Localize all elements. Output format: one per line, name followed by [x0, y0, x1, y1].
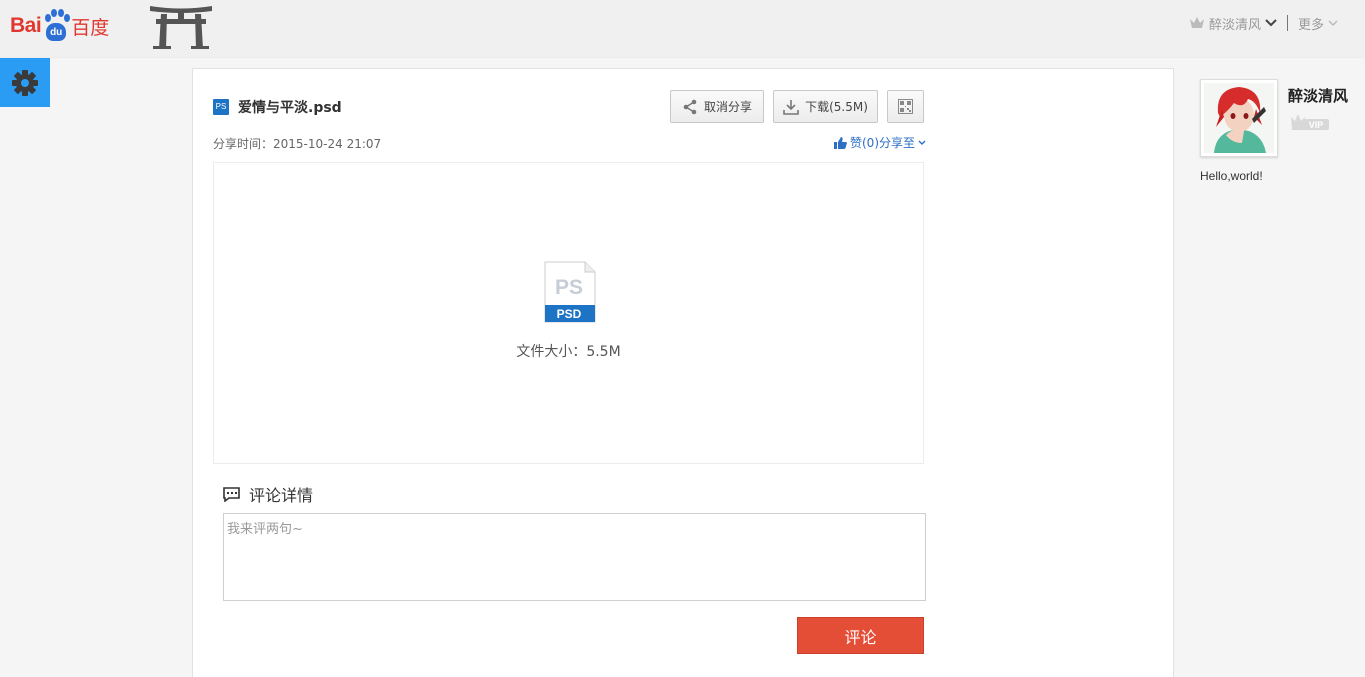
more-label: 更多 [1297, 17, 1324, 33]
share-icon [683, 99, 697, 114]
vip-badge-icon: VIP [1291, 114, 1329, 130]
file-title-row: PS 爱情与平淡.psd [213, 97, 342, 117]
psd-icon-psd-text: PSD [557, 307, 582, 321]
logo-text-baidu-cn: 百度 [71, 16, 110, 39]
psd-icon-ps-text: PS [555, 276, 583, 299]
share-time: 分享时间：2015-10-24 21:07 [213, 135, 381, 152]
comment-submit-button[interactable]: 评论 [797, 617, 924, 654]
avatar-image [1204, 83, 1274, 153]
crown-icon [1189, 17, 1204, 28]
chevron-down-icon [1265, 19, 1277, 27]
thumbs-up-icon [834, 136, 847, 149]
unshare-button[interactable]: 取消分享 [670, 90, 764, 123]
qr-code-icon [898, 99, 913, 114]
file-title: 爱情与平淡.psd [238, 100, 342, 116]
torii-gate-icon [150, 6, 212, 49]
download-button[interactable]: 下载(5.5M) [773, 90, 878, 123]
download-icon [783, 99, 799, 115]
logo-text-du: du [46, 23, 67, 41]
avatar[interactable] [1200, 79, 1278, 157]
file-share-card: PS 爱情与平淡.psd 取消分享 下载(5.5M) 分享时间：2015-10-… [192, 68, 1174, 677]
psd-file-icon: PS [213, 99, 229, 115]
chevron-down-icon [918, 140, 926, 145]
like-share-link[interactable]: 赞(0)分享至 [834, 134, 926, 151]
top-bar: Bai du 百度 醉淡清风 更多 [0, 0, 1365, 58]
like-share-label: 赞(0)分享至 [850, 136, 915, 150]
share-time-label: 分享时间： [213, 137, 274, 151]
user-menu[interactable]: 醉淡清风 [1189, 14, 1277, 33]
profile-name[interactable]: 醉淡清风 [1288, 85, 1348, 106]
profile-bio: Hello,world! [1200, 169, 1263, 183]
baidu-logo[interactable]: Bai du 百度 [10, 8, 109, 44]
logo-text-bai: Bai [10, 14, 42, 37]
share-time-value: 2015-10-24 21:07 [273, 137, 382, 151]
unshare-label: 取消分享 [703, 100, 752, 114]
vip-label: VIP [1309, 120, 1324, 130]
paw-icon: du [42, 9, 71, 43]
comment-heading-label: 评论详情 [249, 486, 314, 505]
username-top: 醉淡清风 [1208, 17, 1261, 33]
file-size: 文件大小：5.5M [516, 344, 621, 360]
download-label: 下载(5.5M) [805, 100, 868, 114]
more-menu[interactable]: 更多 [1298, 14, 1339, 33]
top-right-nav: 醉淡清风 更多 [1189, 0, 1365, 46]
settings-button[interactable] [0, 58, 50, 107]
comment-heading: 评论详情 [223, 482, 313, 506]
qr-code-button[interactable] [887, 90, 924, 123]
chevron-down-icon [1328, 20, 1338, 27]
divider [1286, 15, 1288, 31]
comment-input[interactable] [223, 513, 926, 601]
gear-icon [12, 69, 38, 96]
file-preview: PS PSD 文件大小：5.5M [213, 162, 924, 464]
comment-icon [223, 486, 240, 502]
psd-document-icon: PS PSD [544, 261, 596, 323]
